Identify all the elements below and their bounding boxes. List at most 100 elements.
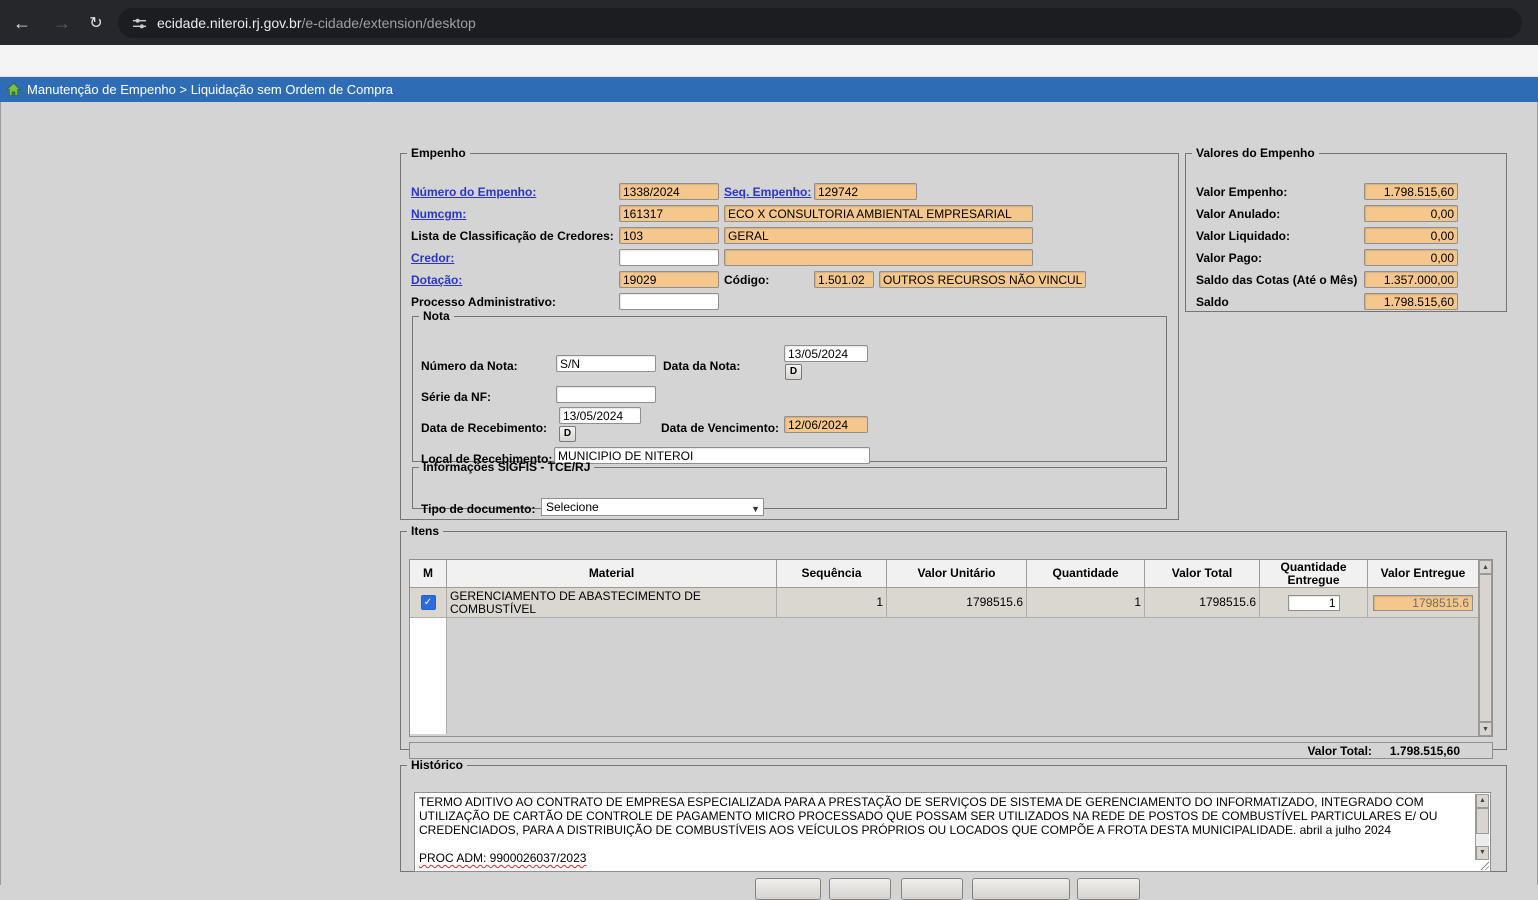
- itens-scrollbar[interactable]: ▲ ▼: [1478, 560, 1492, 736]
- itens-table: M Material Sequência Valor Unitário Quan…: [409, 559, 1493, 737]
- saldo-cotas-label: Saldo das Cotas (Até o Mês): [1196, 273, 1357, 287]
- codigo-label: Código:: [724, 273, 769, 287]
- historico-scrollbar[interactable]: ▲ ▼: [1475, 794, 1489, 860]
- nota-legend: Nota: [419, 309, 454, 323]
- tipo-documento-selected: Selecione: [546, 500, 599, 514]
- cell-quantidade: 1: [1027, 588, 1145, 618]
- valor-anulado-label: Valor Anulado:: [1196, 207, 1280, 221]
- valor-liquidado-field: 0,00: [1364, 227, 1458, 244]
- numero-nota-field[interactable]: S/N: [556, 355, 656, 372]
- historico-proc-text: PROC ADM: 9900026037/2023: [419, 851, 1470, 865]
- url-host: ecidade.niteroi.rj.gov.br: [157, 15, 301, 31]
- col-header-valor-unitario: Valor Unitário: [887, 560, 1027, 588]
- item-checkbox[interactable]: ✓: [421, 595, 436, 610]
- credor-field[interactable]: [619, 249, 719, 266]
- itens-total-bar: Valor Total: 1.798.515,60: [409, 742, 1493, 759]
- numcgm-field: 161317: [619, 205, 719, 222]
- historico-textarea[interactable]: TERMO ADITIVO AO CONTRATO DE EMPRESA ESP…: [414, 792, 1491, 872]
- seq-empenho-field: 129742: [814, 183, 917, 200]
- valores-legend: Valores do Empenho: [1192, 146, 1319, 160]
- itens-scrollbar-thumb[interactable]: [1479, 574, 1492, 722]
- codigo-desc-field: OUTROS RECURSOS NÃO VINCUL: [879, 271, 1086, 288]
- data-vencimento-label: Data de Vencimento:: [661, 421, 779, 435]
- table-empty-area: [410, 618, 1478, 734]
- breadcrumb-bar: Manutenção de Empenho > Liquidação sem O…: [0, 77, 1538, 102]
- home-icon: [6, 82, 21, 97]
- table-m-column-strip: [410, 618, 447, 734]
- quantidade-entregue-input[interactable]: 1: [1288, 595, 1340, 611]
- table-row: ✓ GERENCIAMENTO DE ABASTECIMENTO DE COMB…: [410, 588, 1478, 618]
- tipo-documento-label: Tipo de documento:: [421, 502, 535, 516]
- data-vencimento-field: 12/06/2024: [784, 416, 868, 433]
- valor-anulado-field: 0,00: [1364, 205, 1458, 222]
- footer-button-1[interactable]: [755, 878, 821, 900]
- url-path: /e-cidade/extension/desktop: [301, 15, 475, 31]
- col-header-material: Material: [447, 560, 777, 588]
- dotacao-field: 19029: [619, 271, 719, 288]
- col-header-sequencia: Sequência: [777, 560, 887, 588]
- historico-fieldset: Histórico TERMO ADITIVO AO CONTRATO DE E…: [400, 758, 1507, 872]
- col-header-valor-entregue: Valor Entregue: [1368, 560, 1478, 588]
- saldo-label: Saldo: [1196, 295, 1229, 309]
- col-header-quantidade: Quantidade: [1027, 560, 1145, 588]
- page-top-strip: [0, 45, 1538, 77]
- processo-label: Processo Administrativo:: [411, 295, 556, 309]
- footer-button-3[interactable]: [901, 878, 963, 900]
- footer-button-5[interactable]: [1077, 878, 1140, 900]
- numero-empenho-link[interactable]: Número do Empenho:: [411, 185, 536, 199]
- processo-field[interactable]: [619, 293, 719, 310]
- credor-nome-field: [724, 249, 1033, 266]
- historico-text: TERMO ADITIVO AO CONTRATO DE EMPRESA ESP…: [419, 795, 1470, 837]
- scroll-up-icon[interactable]: ▲: [1476, 794, 1489, 808]
- valor-pago-field: 0,00: [1364, 249, 1458, 266]
- dotacao-link[interactable]: Dotação:: [411, 273, 462, 287]
- col-header-quantidade-entregue: Quantidade Entregue: [1260, 560, 1368, 588]
- nota-fieldset: Nota Número da Nota: S/N Data da Nota: 1…: [412, 309, 1167, 462]
- footer-button-2[interactable]: [829, 878, 891, 900]
- credor-link[interactable]: Credor:: [411, 251, 454, 265]
- numcgm-nome-field: ECO X CONSULTORIA AMBIENTAL EMPRESARIAL: [724, 205, 1033, 222]
- valor-empenho-label: Valor Empenho:: [1196, 185, 1287, 199]
- scroll-down-icon[interactable]: ▼: [1479, 722, 1492, 736]
- footer-button-4[interactable]: [972, 878, 1070, 900]
- data-recebimento-calendar-button[interactable]: D: [559, 426, 576, 442]
- numcgm-link[interactable]: Numcgm:: [411, 207, 466, 221]
- serie-nf-field[interactable]: [556, 386, 656, 403]
- valores-fieldset: Valores do Empenho Valor Empenho: 1.798.…: [1185, 146, 1507, 312]
- numero-empenho-field: 1338/2024: [619, 183, 719, 200]
- forward-icon[interactable]: →: [48, 9, 76, 37]
- sigfis-fieldset: Informações SIGFIS - TCE/RJ Tipo de docu…: [412, 460, 1167, 509]
- valor-entregue-field: 1798515.6: [1373, 595, 1473, 611]
- url-bar[interactable]: ecidade.niteroi.rj.gov.br/e-cidade/exten…: [118, 8, 1522, 38]
- cell-sequencia: 1: [777, 588, 887, 618]
- itens-legend: Itens: [407, 524, 443, 538]
- check-icon: ✓: [424, 598, 432, 608]
- data-nota-calendar-button[interactable]: D: [785, 364, 802, 380]
- serie-nf-label: Série da NF:: [421, 390, 491, 404]
- scroll-down-icon[interactable]: ▼: [1476, 846, 1489, 860]
- col-header-valor-total: Valor Total: [1145, 560, 1260, 588]
- tipo-documento-select[interactable]: Selecione ▼: [541, 498, 764, 516]
- seq-empenho-link[interactable]: Seq. Empenho:: [724, 185, 811, 199]
- historico-scrollbar-thumb[interactable]: [1476, 808, 1489, 834]
- back-icon[interactable]: ←: [8, 9, 36, 37]
- reload-icon[interactable]: ↻: [82, 9, 110, 37]
- col-header-m: M: [410, 560, 447, 588]
- scroll-up-icon[interactable]: ▲: [1479, 560, 1492, 574]
- historico-legend: Histórico: [407, 758, 467, 772]
- cell-material: GERENCIAMENTO DE ABASTECIMENTO DE COMBUS…: [447, 588, 777, 618]
- table-body-background: [447, 618, 1478, 734]
- itens-fieldset: Itens M Material Sequência Valor Unitári…: [400, 524, 1507, 750]
- browser-toolbar: ← → ↻ ecidade.niteroi.rj.gov.br/e-cidade…: [0, 0, 1538, 45]
- data-nota-field[interactable]: 13/05/2024: [784, 345, 868, 362]
- site-settings-icon[interactable]: [132, 16, 147, 31]
- valor-total-label: Valor Total:: [1307, 744, 1371, 758]
- valor-total-value: 1.798.515,60: [1390, 744, 1460, 758]
- valor-empenho-field: 1.798.515,60: [1364, 183, 1458, 200]
- valor-pago-label: Valor Pago:: [1196, 251, 1262, 265]
- lista-credores-field: 103: [619, 227, 719, 244]
- resize-grip-icon[interactable]: [1479, 860, 1489, 870]
- data-recebimento-field[interactable]: 13/05/2024: [559, 407, 641, 424]
- valor-liquidado-label: Valor Liquidado:: [1196, 229, 1290, 243]
- data-nota-label: Data da Nota:: [663, 359, 740, 373]
